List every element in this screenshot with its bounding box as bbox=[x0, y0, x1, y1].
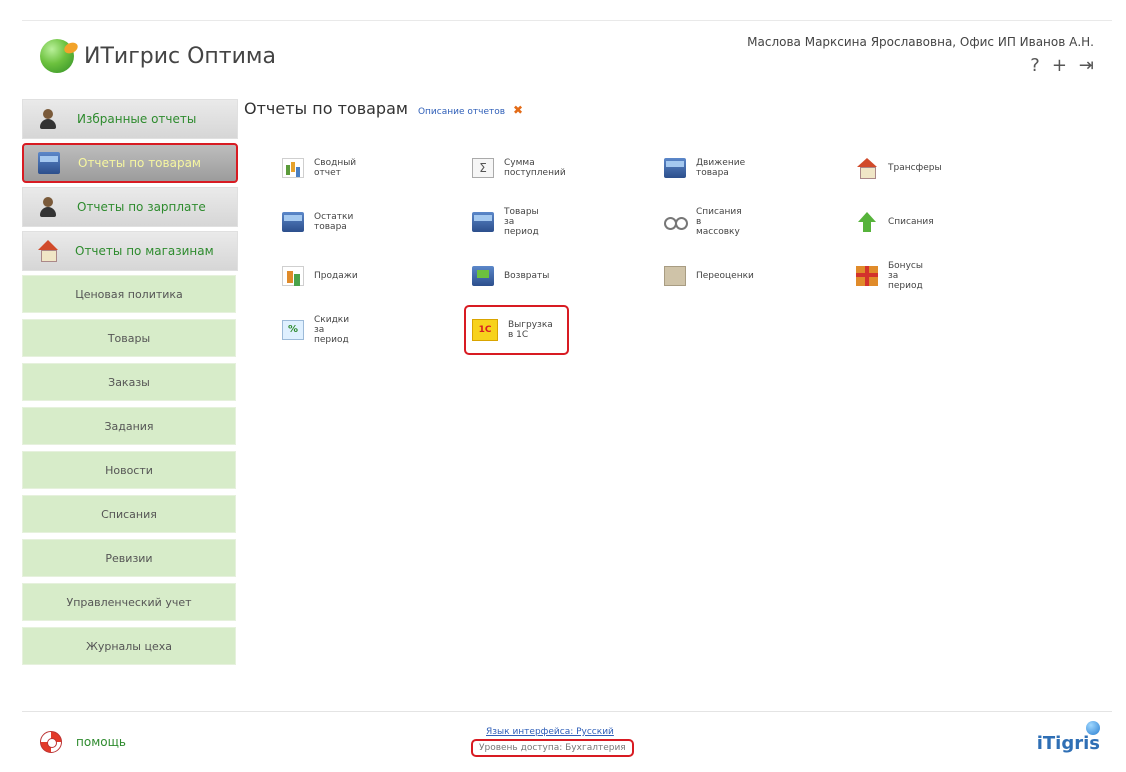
sidebar-item-product-reports[interactable]: Отчеты по товарам bbox=[22, 143, 238, 183]
access-level: Уровень доступа: Бухгалтерия bbox=[471, 739, 634, 757]
reports-description-link[interactable]: Описание отчетов bbox=[418, 107, 505, 117]
box-icon bbox=[664, 158, 686, 178]
app-logo[interactable]: ИТигрис Оптима bbox=[40, 39, 276, 73]
report-export-1c[interactable]: 1С Выгрузка в 1С bbox=[464, 305, 569, 355]
report-writeoffs[interactable]: Списания bbox=[856, 209, 934, 235]
box-icon bbox=[38, 152, 60, 174]
sidebar-item-label: Избранные отчеты bbox=[77, 112, 197, 126]
chart-icon bbox=[282, 158, 304, 178]
sidebar-item-writeoffs[interactable]: Списания bbox=[22, 495, 236, 533]
sidebar: Избранные отчеты Отчеты по товарам Отчет… bbox=[22, 99, 238, 671]
glasses-icon bbox=[664, 212, 688, 232]
page-header: Отчеты по товарам Описание отчетов ✖ bbox=[244, 99, 1104, 127]
plus-icon[interactable]: + bbox=[1052, 55, 1067, 76]
report-label: Выгрузка в 1С bbox=[508, 320, 553, 340]
report-label: Товары за период bbox=[504, 207, 539, 237]
gift-icon bbox=[856, 266, 878, 286]
person-icon bbox=[37, 108, 59, 130]
report-returns[interactable]: Возвраты bbox=[472, 263, 549, 289]
app-title: ИТигрис Оптима bbox=[84, 43, 276, 69]
house-icon bbox=[856, 158, 878, 179]
report-products-period[interactable]: Товары за период bbox=[472, 207, 539, 237]
help-label: помощь bbox=[76, 735, 126, 749]
close-icon[interactable]: ✖ bbox=[513, 103, 523, 117]
box-list-icon bbox=[472, 212, 494, 232]
report-label: Трансферы bbox=[888, 163, 942, 173]
report-revaluations[interactable]: Переоценки bbox=[664, 263, 754, 289]
sidebar-item-orders[interactable]: Заказы bbox=[22, 363, 236, 401]
report-label: Списания в массовку bbox=[696, 207, 742, 237]
report-label: Движение товара bbox=[696, 158, 746, 178]
sidebar-item-label: Отчеты по зарплате bbox=[77, 200, 206, 214]
box-icon bbox=[282, 212, 304, 232]
report-label: Остатки товара bbox=[314, 212, 354, 232]
sigma-icon: Σ bbox=[472, 158, 494, 178]
sidebar-item-workshop-journals[interactable]: Журналы цеха bbox=[22, 627, 236, 665]
report-label: Бонусы за период bbox=[888, 261, 923, 291]
logo-icon bbox=[40, 39, 74, 73]
person-chart-icon bbox=[37, 196, 59, 218]
main-content: Отчеты по товарам Описание отчетов ✖ Сво… bbox=[244, 99, 1104, 355]
report-summary[interactable]: Сводный отчет bbox=[282, 155, 356, 181]
report-label: Переоценки bbox=[696, 271, 754, 281]
language-link[interactable]: Язык интерфейса: Русский bbox=[486, 727, 614, 737]
sidebar-item-favorites[interactable]: Избранные отчеты bbox=[22, 99, 238, 139]
report-label: Скидки за период bbox=[314, 315, 350, 345]
report-label: Продажи bbox=[314, 271, 358, 281]
report-product-movement[interactable]: Движение товара bbox=[664, 155, 745, 181]
sidebar-item-pricing-policy[interactable]: Ценовая политика bbox=[22, 275, 236, 313]
sidebar-item-audits[interactable]: Ревизии bbox=[22, 539, 236, 577]
report-label: Сводный отчет bbox=[314, 158, 357, 178]
house-icon bbox=[37, 240, 59, 262]
sidebar-item-label: Отчеты по товарам bbox=[78, 156, 201, 170]
report-bonuses[interactable]: Бонусы за период bbox=[856, 261, 923, 291]
header-actions: ? + ⇥ bbox=[1030, 55, 1094, 76]
report-label: Возвраты bbox=[504, 271, 550, 281]
returns-icon bbox=[472, 266, 494, 286]
discount-icon: % bbox=[282, 320, 304, 340]
report-discounts[interactable]: % Скидки за период bbox=[282, 315, 350, 345]
report-receipts-sum[interactable]: Σ Сумма поступлений bbox=[472, 155, 566, 181]
report-label: Списания bbox=[888, 217, 934, 227]
price-tag-icon bbox=[664, 266, 686, 286]
report-transfers[interactable]: Трансферы bbox=[856, 155, 942, 181]
help-link[interactable]: помощь bbox=[40, 731, 126, 753]
1c-icon: 1С bbox=[472, 319, 498, 341]
report-sales[interactable]: Продажи bbox=[282, 263, 358, 289]
sidebar-item-management-accounting[interactable]: Управленческий учет bbox=[22, 583, 236, 621]
user-info: Маслова Марксина Ярославовна, Офис ИП Ив… bbox=[747, 35, 1094, 49]
sidebar-item-store-reports[interactable]: Отчеты по магазинам bbox=[22, 231, 238, 271]
page-title: Отчеты по товарам bbox=[244, 99, 408, 118]
sidebar-item-label: Отчеты по магазинам bbox=[75, 244, 214, 258]
arrow-up-icon bbox=[856, 212, 878, 232]
question-icon[interactable]: ? bbox=[1030, 55, 1040, 76]
sidebar-item-tasks[interactable]: Задания bbox=[22, 407, 236, 445]
report-mass-writeoffs[interactable]: Списания в массовку bbox=[664, 207, 742, 237]
brand-logo: iTigris bbox=[1036, 733, 1100, 754]
report-stock[interactable]: Остатки товара bbox=[282, 209, 353, 235]
app-frame: ИТигрис Оптима Маслова Марксина Ярославо… bbox=[22, 20, 1112, 760]
lifebuoy-icon bbox=[40, 731, 62, 753]
footer-divider bbox=[22, 711, 1112, 712]
bar-chart-icon bbox=[282, 266, 304, 286]
sidebar-item-news[interactable]: Новости bbox=[22, 451, 236, 489]
sidebar-item-salary-reports[interactable]: Отчеты по зарплате bbox=[22, 187, 238, 227]
logout-icon[interactable]: ⇥ bbox=[1079, 55, 1094, 76]
report-label: Сумма поступлений bbox=[504, 158, 566, 178]
sidebar-item-products[interactable]: Товары bbox=[22, 319, 236, 357]
